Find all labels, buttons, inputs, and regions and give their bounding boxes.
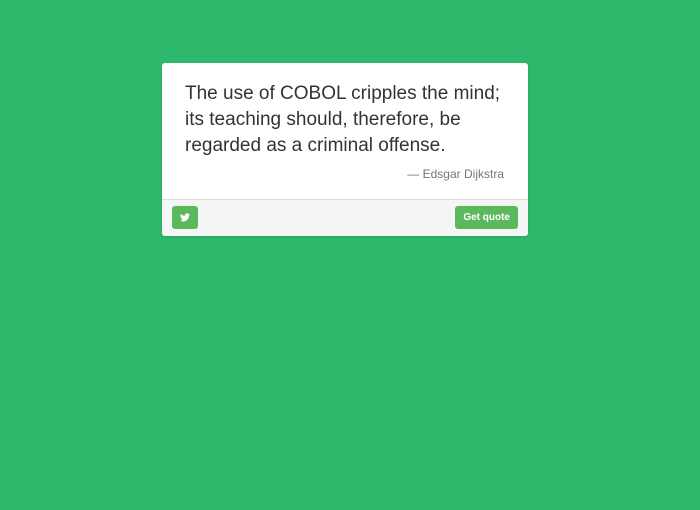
- quote-footer: Get quote: [162, 199, 528, 236]
- quote-card: The use of COBOL cripples the mind; its …: [162, 63, 528, 236]
- quote-author: — Edsgar Dijkstra: [407, 167, 504, 181]
- tweet-button[interactable]: [172, 206, 198, 229]
- twitter-icon: [180, 213, 190, 222]
- quote-body: The use of COBOL cripples the mind; its …: [162, 63, 528, 199]
- get-quote-button[interactable]: Get quote: [455, 206, 518, 229]
- quote-text: The use of COBOL cripples the mind; its …: [185, 83, 501, 156]
